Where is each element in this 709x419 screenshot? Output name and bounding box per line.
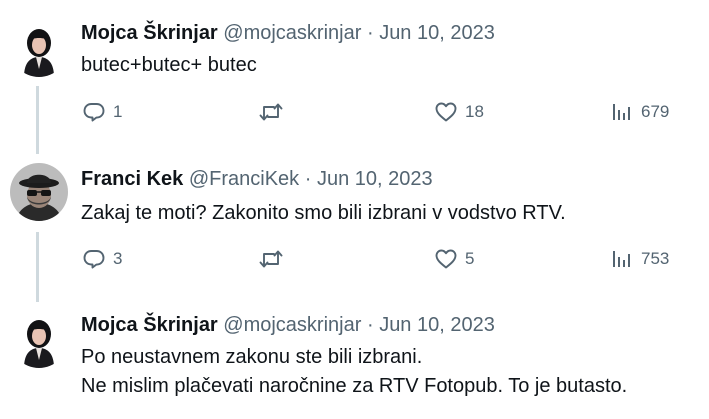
- views-button[interactable]: 679: [610, 100, 669, 124]
- tweet[interactable]: Mojca Škrinjar @mojcaskrinjar · Jun 10, …: [0, 0, 709, 150]
- reply-button[interactable]: 1: [82, 100, 122, 124]
- separator-dot: ·: [366, 314, 374, 336]
- avatar[interactable]: [10, 19, 68, 77]
- tweet-header: Mojca Škrinjar @mojcaskrinjar · Jun 10, …: [81, 21, 495, 45]
- tweet-text-line: Ne mislim plačevati naročnine za RTV Fot…: [81, 375, 628, 397]
- tweet-actions: 1 18 679: [0, 98, 709, 128]
- heart-icon: [435, 249, 457, 269]
- tweet-header: Franci Kek @FranciKek · Jun 10, 2023: [81, 167, 433, 191]
- views-button[interactable]: 753: [610, 247, 669, 271]
- tweet[interactable]: Franci Kek @FranciKek · Jun 10, 2023 Zak…: [0, 150, 709, 298]
- retweet-button[interactable]: [258, 100, 291, 124]
- reply-count: 1: [113, 102, 123, 121]
- tweet-actions: 3 5 753: [0, 245, 709, 275]
- author-handle[interactable]: @mojcaskrinjar: [223, 22, 361, 44]
- author-name[interactable]: Franci Kek: [81, 168, 183, 190]
- tweet-text: Po neustavnem zakonu ste bili izbrani. N…: [81, 343, 627, 401]
- tweet-date[interactable]: Jun 10, 2023: [379, 22, 495, 44]
- reply-button[interactable]: 3: [82, 247, 122, 271]
- avatar[interactable]: [10, 163, 68, 221]
- tweet[interactable]: Mojca Škrinjar @mojcaskrinjar · Jun 10, …: [0, 298, 709, 419]
- separator-dot: ·: [304, 168, 312, 190]
- views-count: 679: [641, 102, 670, 121]
- reply-count: 3: [113, 249, 123, 268]
- avatar[interactable]: [10, 310, 68, 368]
- like-button[interactable]: 18: [434, 100, 484, 124]
- tweet-date[interactable]: Jun 10, 2023: [379, 314, 495, 336]
- tweet-text: butec+butec+ butec: [81, 51, 257, 80]
- reply-bubble-icon: [83, 103, 105, 122]
- woman-dark-hair-portrait: [10, 19, 68, 77]
- tweet-header: Mojca Škrinjar @mojcaskrinjar · Jun 10, …: [81, 313, 495, 337]
- like-button[interactable]: 5: [434, 247, 474, 271]
- reply-bubble-icon: [83, 250, 105, 269]
- tweet-text-line: butec+butec+ butec: [81, 54, 257, 76]
- author-name[interactable]: Mojca Škrinjar: [81, 22, 218, 44]
- like-count: 18: [465, 102, 484, 121]
- heart-icon: [435, 102, 457, 122]
- retweet-arrows-icon: [259, 103, 283, 121]
- man-hat-sunglasses-portrait: [10, 163, 68, 221]
- like-count: 5: [465, 249, 475, 268]
- author-handle[interactable]: @mojcaskrinjar: [223, 314, 361, 336]
- tweet-date[interactable]: Jun 10, 2023: [317, 168, 433, 190]
- views-count: 753: [641, 249, 670, 268]
- author-handle[interactable]: @FranciKek: [189, 168, 299, 190]
- analytics-bars-icon: [613, 251, 630, 267]
- retweet-button[interactable]: [258, 247, 291, 271]
- analytics-bars-icon: [613, 104, 630, 120]
- tweet-text-line: Po neustavnem zakonu ste bili izbrani.: [81, 346, 423, 368]
- author-name[interactable]: Mojca Škrinjar: [81, 314, 218, 336]
- woman-dark-hair-portrait: [10, 310, 68, 368]
- tweet-text-line: Zakaj te moti? Zakonito smo bili izbrani…: [81, 202, 566, 224]
- tweet-text: Zakaj te moti? Zakonito smo bili izbrani…: [81, 199, 566, 228]
- retweet-arrows-icon: [259, 250, 283, 268]
- separator-dot: ·: [366, 22, 374, 44]
